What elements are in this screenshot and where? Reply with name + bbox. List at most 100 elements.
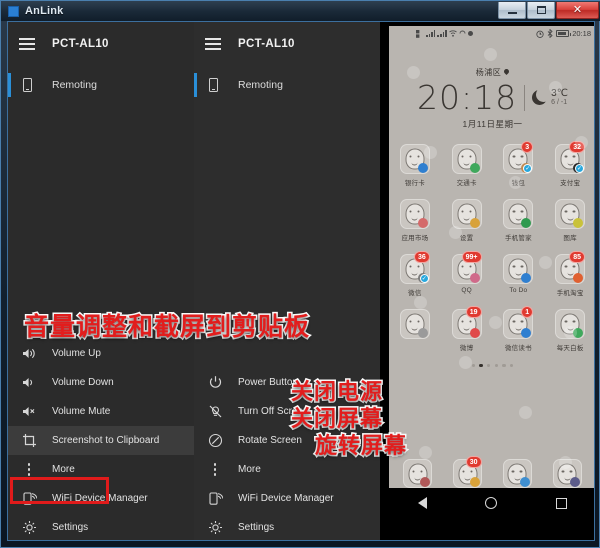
widget-temp-range: 6 / -1 bbox=[551, 99, 568, 107]
phone-icon bbox=[205, 78, 221, 92]
notification-badge: 32 bbox=[569, 141, 585, 153]
app-label: 应用市场 bbox=[401, 235, 429, 242]
clock-row: 20:18 3℃ 6 / -1 bbox=[389, 81, 594, 114]
hamburger-icon[interactable] bbox=[205, 38, 221, 50]
app-icon bbox=[399, 144, 430, 174]
menu-item-more-left[interactable]: More bbox=[8, 455, 194, 484]
anlink-window: AnLink ✕ PCT-AL10 Remoting Volume Up Vol… bbox=[0, 0, 600, 548]
app-icon-item[interactable]: 图库 bbox=[544, 199, 594, 242]
menu-item-label: Rotate Screen bbox=[238, 435, 302, 446]
app-icon-item[interactable]: 32 ✓ 支付宝 bbox=[544, 141, 594, 187]
close-icon: ✕ bbox=[572, 3, 583, 16]
dock-app[interactable]: 30 bbox=[443, 456, 493, 488]
sidebar-item-remoting-left[interactable]: Remoting bbox=[8, 66, 194, 104]
wifi-icon bbox=[448, 30, 457, 37]
app-icon bbox=[399, 309, 430, 339]
app-icon-item[interactable]: 19 微博 bbox=[441, 306, 493, 352]
phone-mirror-view[interactable]: 20:18 杨浦区 20:18 3℃ 6 / -1 1月11日星期一 银行卡 交… bbox=[380, 22, 594, 540]
app-accent-blob bbox=[521, 273, 532, 283]
app-icon bbox=[451, 199, 482, 229]
status-bar-time: 20:18 bbox=[572, 29, 591, 38]
app-icon-item[interactable] bbox=[389, 309, 441, 352]
left-action-menu: Volume Up Volume Down Volume Mute Screen… bbox=[8, 339, 194, 540]
menu-item-volume-up[interactable]: Volume Up bbox=[8, 339, 194, 368]
dock-app[interactable] bbox=[493, 459, 543, 488]
app-icon-item[interactable]: 银行卡 bbox=[389, 144, 441, 187]
app-label: 手机管家 bbox=[504, 235, 532, 242]
app-label: To Do bbox=[509, 287, 528, 294]
app-icon bbox=[503, 254, 534, 284]
sidebar-item-label: Remoting bbox=[238, 79, 283, 91]
page-dot bbox=[471, 364, 475, 368]
app-accent-blob bbox=[469, 273, 480, 283]
app-icon-item[interactable]: 交通卡 bbox=[441, 144, 493, 187]
menu-item-volume-down[interactable]: Volume Down bbox=[8, 368, 194, 397]
dock-app[interactable] bbox=[393, 459, 443, 488]
app-icon-item[interactable]: 99+ QQ bbox=[441, 251, 493, 297]
menu-item-wifi-device-manager-left[interactable]: WiFi Device Manager bbox=[8, 484, 194, 513]
app-icon-item[interactable]: 85 手机淘宝 bbox=[544, 251, 594, 297]
app-accent-blob bbox=[569, 477, 580, 487]
crop-icon bbox=[19, 433, 39, 448]
home-circle-icon[interactable] bbox=[485, 497, 498, 509]
app-icon bbox=[451, 144, 482, 174]
maximize-button[interactable] bbox=[527, 2, 555, 19]
battery-icon bbox=[556, 30, 572, 37]
app-accent-blob bbox=[417, 163, 428, 173]
page-dot bbox=[510, 364, 514, 368]
menu-item-wifi-device-manager-right[interactable]: WiFi Device Manager bbox=[194, 484, 380, 513]
app-icon bbox=[552, 459, 582, 488]
sidebar-header-right: PCT-AL10 bbox=[194, 22, 380, 66]
anlink-sidebar-left: PCT-AL10 Remoting Volume Up Volume Down … bbox=[8, 22, 194, 540]
sidebar-item-label: Remoting bbox=[52, 79, 97, 91]
app-icon-item[interactable]: To Do bbox=[493, 254, 545, 297]
window-titlebar[interactable]: AnLink ✕ bbox=[1, 1, 600, 21]
phone-screen[interactable]: 20:18 杨浦区 20:18 3℃ 6 / -1 1月11日星期一 银行卡 交… bbox=[389, 26, 594, 518]
app-icon-item[interactable]: 手机管家 bbox=[493, 199, 545, 242]
menu-item-volume-mute[interactable]: Volume Mute bbox=[8, 397, 194, 426]
app-icon-item[interactable]: 每天白板 bbox=[544, 309, 594, 352]
app-accent-blob bbox=[420, 477, 431, 487]
app-accent-blob bbox=[521, 218, 532, 228]
app-accent-blob bbox=[469, 163, 480, 173]
menu-item-settings-left[interactable]: Settings bbox=[8, 513, 194, 540]
page-dot bbox=[479, 364, 483, 368]
wallpaper-pattern-dot bbox=[419, 446, 432, 459]
minimize-icon bbox=[507, 12, 517, 14]
sim-icon bbox=[416, 29, 420, 38]
menu-item-label: WiFi Device Manager bbox=[238, 493, 334, 504]
app-accent-blob bbox=[573, 328, 584, 338]
status-icons-left bbox=[416, 29, 473, 38]
back-triangle-icon[interactable] bbox=[418, 497, 428, 509]
notification-badge: 36 bbox=[413, 251, 430, 263]
hamburger-icon[interactable] bbox=[19, 38, 35, 50]
menu-item-screenshot-to-clipboard[interactable]: Screenshot to Clipboard bbox=[8, 426, 194, 455]
signal-1-icon bbox=[426, 30, 436, 37]
sidebar-item-remoting-right[interactable]: Remoting bbox=[194, 66, 380, 104]
dock-app[interactable] bbox=[542, 459, 592, 488]
app-label: 图库 bbox=[563, 235, 577, 242]
menu-item-settings-right[interactable]: Settings bbox=[194, 513, 380, 540]
page-dot bbox=[487, 364, 491, 368]
menu-item-label: More bbox=[52, 464, 75, 475]
app-label: 手机淘宝 bbox=[556, 290, 584, 297]
more-dots-icon bbox=[19, 463, 39, 476]
recents-square-icon[interactable] bbox=[555, 497, 567, 509]
notification-badge: 30 bbox=[465, 456, 482, 468]
close-button[interactable]: ✕ bbox=[556, 2, 599, 19]
app-label: 微博 bbox=[459, 345, 474, 352]
app-icon-item[interactable]: 36 ✓ 微信 bbox=[389, 251, 441, 297]
gear-icon bbox=[205, 520, 225, 535]
app-accent-blob bbox=[417, 218, 428, 228]
app-icon-item[interactable]: 应用市场 bbox=[389, 199, 441, 242]
dot-icon bbox=[467, 31, 473, 36]
app-icon-item[interactable]: 1 微信读书 bbox=[493, 306, 545, 352]
app-icon bbox=[555, 309, 586, 339]
app-icon-item[interactable]: 3 ✓ 钱包 bbox=[493, 141, 545, 187]
app-icon-item[interactable]: 设置 bbox=[441, 199, 493, 242]
sidebar-header-left: PCT-AL10 bbox=[8, 22, 194, 66]
clock-weather-widget[interactable]: 杨浦区 20:18 3℃ 6 / -1 1月11日星期一 bbox=[389, 67, 594, 130]
minimize-button[interactable] bbox=[498, 2, 526, 19]
sync-icon bbox=[459, 30, 466, 34]
page-dot bbox=[502, 364, 506, 368]
